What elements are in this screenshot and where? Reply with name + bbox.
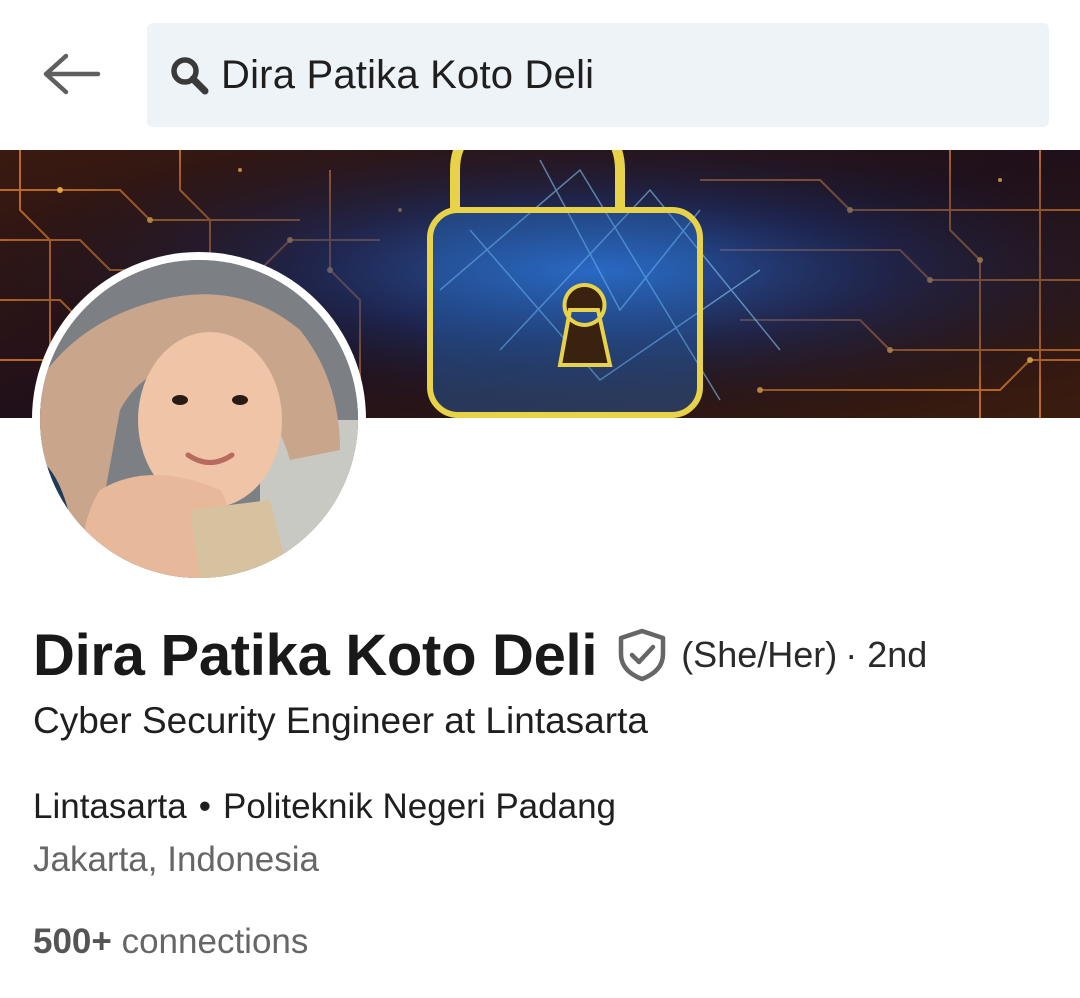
arrow-left-icon [42,52,102,101]
company-education-row: Lintasarta • Politeknik Negeri Padang [33,787,616,827]
profile-headline: Cyber Security Engineer at Lintasarta [33,700,648,741]
shield-check-icon[interactable] [617,627,669,683]
connections-link[interactable]: 500+ connections [33,922,308,962]
profile-name: Dira Patika Koto Deli [33,622,598,688]
back-button[interactable] [36,46,108,106]
profile-photo [40,260,358,578]
search-icon [169,54,211,96]
avatar[interactable] [32,252,366,586]
connection-degree: · 2nd [845,634,928,675]
separator-dot: • [198,787,211,826]
search-query-text: Dira Patika Koto Deli [221,52,595,97]
pronouns: (She/Her) [681,634,838,675]
profile-location: Jakarta, Indonesia [33,840,320,879]
connections-count: 500+ [33,922,112,961]
school-link[interactable]: Politeknik Negeri Padang [223,787,616,826]
search-input[interactable]: Dira Patika Koto Deli [147,23,1049,127]
top-bar: Dira Patika Koto Deli [0,0,1080,150]
connections-label: connections [121,922,309,961]
profile-name-row: Dira Patika Koto Deli (She/Her) · 2nd [33,618,927,692]
company-link[interactable]: Lintasarta [33,787,187,826]
